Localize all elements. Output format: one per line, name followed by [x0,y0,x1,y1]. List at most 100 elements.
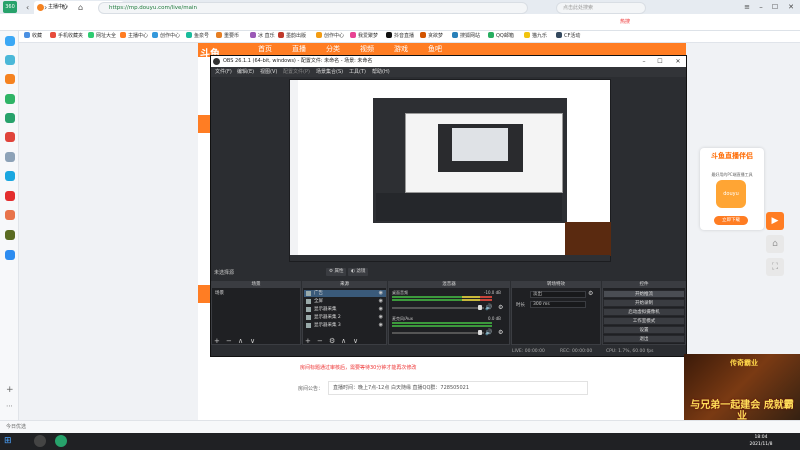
bookmark-item[interactable]: CF活动 [556,31,580,41]
browser-taskbar-icon[interactable] [55,435,67,447]
sidebar-app-icon[interactable] [5,250,15,260]
filters-button[interactable]: ◐ 滤镜 [348,268,369,276]
add-scene-icon[interactable]: + [214,338,220,345]
menu-profile[interactable]: 配置文件(P) [283,67,310,77]
bookmark-item[interactable]: 创作中心 [316,31,344,41]
transition-settings-icon[interactable]: ⚙ [588,290,593,297]
start-streaming-button[interactable]: 开始推流 [603,290,685,298]
start-recording-button[interactable]: 开始录制 [603,299,685,307]
move-up-icon[interactable]: ∧ [238,338,243,345]
announce-input[interactable]: 直播时间：晚上7点-12点 白天随缘 直播QQ群：728505021 [328,381,588,395]
bookmark-item[interactable]: 主播中心 [120,31,148,41]
source-item[interactable]: 全屏 ◉ [304,298,386,305]
home-icon[interactable]: ⌂ [78,3,83,12]
menu-icon[interactable]: ≡ [740,0,754,14]
menu-help[interactable]: 帮助(H) [372,67,390,77]
duration-input[interactable]: 300 ms [530,301,586,308]
back-icon[interactable]: ‹ [26,3,29,12]
volume-slider[interactable] [392,332,484,334]
bookmark-item[interactable]: 冰 直乐 [250,31,275,41]
volume-slider-handle[interactable] [478,330,482,335]
sidebar-app-icon[interactable] [5,191,15,201]
visibility-icon[interactable]: ◉ [379,306,383,313]
source-settings-icon[interactable]: ⚙ [329,338,335,345]
hot-search-label[interactable]: 热搜 [620,18,630,25]
nav-video[interactable]: 视频 [360,44,374,54]
menu-edit[interactable]: 编辑(E) [237,67,254,77]
bookmark-item[interactable]: 鱼泉号 [186,31,209,41]
bookmark-item[interactable]: 猫九乐 [524,31,547,41]
visibility-icon[interactable]: ◉ [379,298,383,305]
scene-item[interactable]: 场景 [213,290,299,297]
move-down-icon[interactable]: ∨ [250,338,255,345]
bookmark-item[interactable]: 收藏 [24,31,42,41]
sidebar-app-icon[interactable] [5,171,15,181]
sidebar-app-icon[interactable] [5,94,15,104]
system-clock[interactable]: 18:04 2021/11/8 [748,434,774,448]
maximize-icon[interactable]: ☐ [768,0,782,14]
menu-view[interactable]: 视图(V) [260,67,277,77]
settings-button[interactable]: 设置 [603,326,685,334]
nav-category[interactable]: 分类 [326,44,340,54]
volume-slider-handle[interactable] [478,305,482,310]
refresh-icon[interactable]: ↻ [61,3,68,12]
sidebar-app-icon[interactable] [5,74,15,84]
windows-start-icon[interactable]: ⊞ [4,436,12,446]
nav-live[interactable]: 直播 [292,44,306,54]
nav-game[interactable]: 游戏 [394,44,408,54]
studio-mode-button[interactable]: 工作室模式 [603,317,685,325]
move-down-icon[interactable]: ∨ [353,338,358,345]
volume-slider[interactable] [392,307,484,309]
home-icon[interactable]: ⌂ [766,235,784,253]
source-item[interactable]: 显示器采集 2 ◉ [304,314,386,321]
status-daily-picks[interactable]: 今日优选 [6,423,26,430]
start-virtual-camera-button[interactable]: 启动虚拟摄像机 [603,308,685,316]
visibility-icon[interactable]: ◉ [379,322,383,329]
speaker-icon[interactable]: 🔊 [485,329,492,336]
sidebar-add-icon[interactable]: + [6,385,14,395]
move-up-icon[interactable]: ∧ [341,338,346,345]
source-item[interactable]: 广告 ◉ [304,290,386,297]
nav-yuba[interactable]: 鱼吧 [428,44,442,54]
bookmark-item[interactable]: 搜狐网站 [452,31,480,41]
minimize-icon[interactable]: – [754,0,768,14]
remove-source-icon[interactable]: − [317,338,323,345]
sidebar-app-icon[interactable] [5,230,15,240]
nav-home[interactable]: 首页 [258,44,272,54]
close-window-icon[interactable]: ✕ [784,0,798,14]
menu-scene-collection[interactable]: 场景集合(S) [316,67,343,77]
mixer-settings-icon[interactable]: ⚙ [498,329,503,336]
sidebar-app-icon[interactable] [5,210,15,220]
properties-button[interactable]: ⚙ 属性 [326,268,347,276]
play-icon[interactable]: ▶ [766,212,784,230]
remove-scene-icon[interactable]: − [226,338,232,345]
sidebar-doc-icon[interactable] [5,152,15,162]
sidebar-wechat-icon[interactable] [5,113,15,123]
obs-close-icon[interactable]: ✕ [672,56,684,67]
bookmark-item[interactable]: 我爱聚梦 [350,31,378,41]
obs-taskbar-icon[interactable] [34,435,46,447]
bookmark-item[interactable]: 重要币 [216,31,239,41]
ad-download-button[interactable]: 立即下载 [714,216,748,225]
forward-icon[interactable]: › [44,3,47,12]
obs-maximize-icon[interactable]: ☐ [654,56,666,67]
bookmark-item[interactable]: 贪欲梦 [420,31,443,41]
sidebar-bird-icon[interactable] [5,36,15,46]
bookmark-item[interactable]: 创作中心 [152,31,180,41]
search-input[interactable]: 点击此处搜索 [556,2,646,14]
sidebar-more-icon[interactable]: ⋯ [6,402,13,410]
transition-select[interactable]: 淡出 [530,291,586,298]
sidebar-app-icon[interactable] [5,55,15,65]
visibility-icon[interactable]: ◉ [379,290,383,297]
bookmark-item[interactable]: 网址大全 [88,31,116,41]
menu-tools[interactable]: 工具(T) [349,67,366,77]
add-source-icon[interactable]: + [305,338,311,345]
mixer-settings-icon[interactable]: ⚙ [498,304,503,311]
address-bar[interactable]: https://mp.douyu.com/live/main [98,2,528,14]
source-item[interactable]: 显示器采集 ◉ [304,306,386,313]
source-item[interactable]: 显示器采集 3 ◉ [304,322,386,329]
exit-button[interactable]: 退出 [603,335,685,343]
screenshot-icon[interactable]: ⛶ [766,258,784,276]
bookmark-item[interactable]: 墨韵出版 [278,31,306,41]
visibility-icon[interactable]: ◉ [379,314,383,321]
